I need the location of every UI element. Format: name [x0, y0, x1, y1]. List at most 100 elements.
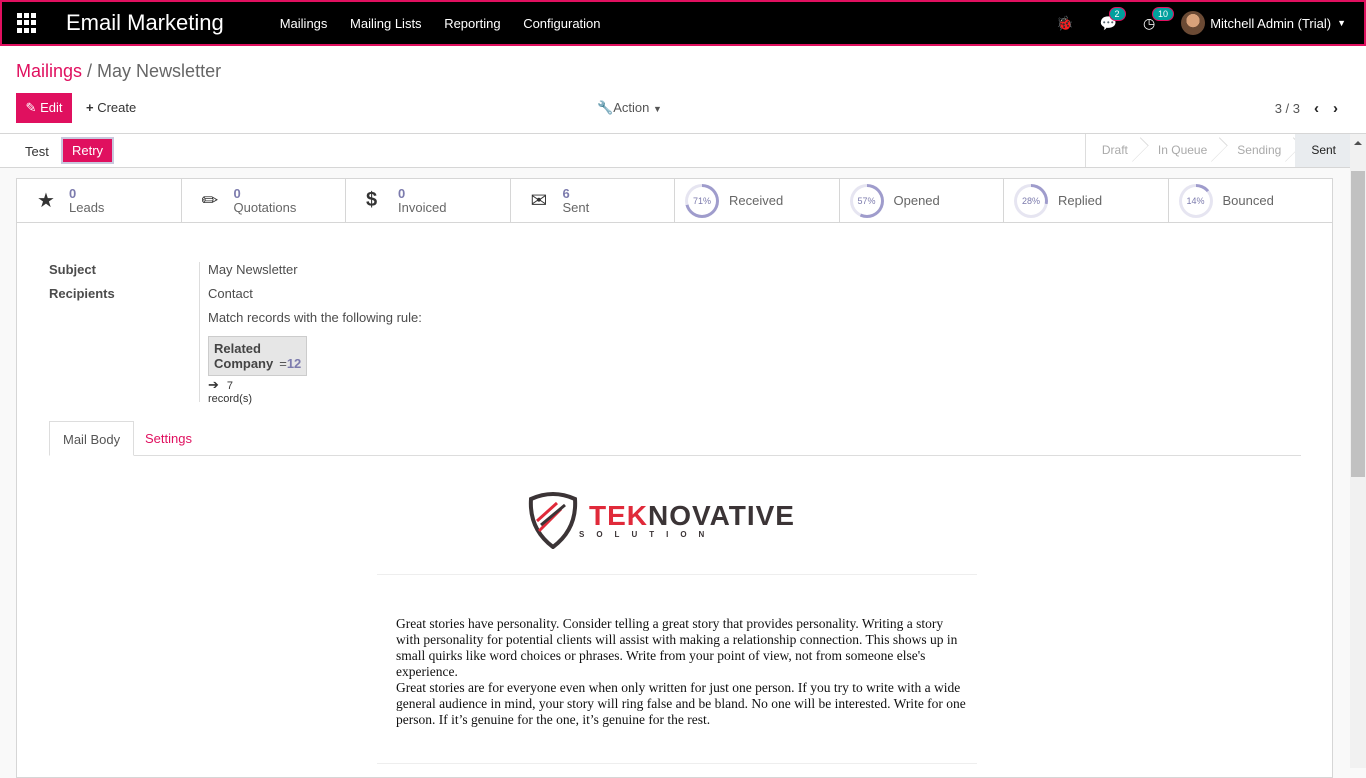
divider	[377, 763, 977, 764]
paragraph: Great stories have personality. Consider…	[396, 616, 958, 679]
rule-value: 12	[286, 356, 302, 371]
stat-sent[interactable]: ✉ 6 Sent	[511, 179, 675, 222]
dollar-icon: $	[366, 189, 378, 211]
rule-field: Related Company	[214, 341, 274, 371]
shield-logo-icon	[528, 492, 578, 549]
stage-sent: Sent	[1295, 134, 1350, 167]
recipients-label: Recipients	[49, 286, 115, 301]
stat-value: 0	[233, 185, 241, 201]
pie-percent: 57%	[852, 186, 881, 215]
chevron-left-icon[interactable]: ‹	[1314, 100, 1319, 117]
caret-down-icon[interactable]: ▼	[1337, 18, 1346, 28]
scrollbar-thumb[interactable]	[1351, 171, 1365, 477]
received-pie: 71%	[685, 183, 719, 218]
tab-settings[interactable]: Settings	[132, 421, 205, 456]
rule-intro: Match records with the following rule:	[208, 310, 422, 325]
edit-button[interactable]: ✎ Edit	[16, 93, 72, 123]
stat-label: Invoiced	[398, 199, 447, 215]
menu-mailing-lists[interactable]: Mailing Lists	[350, 16, 422, 31]
envelope-icon: ✉	[530, 190, 548, 212]
pie-percent: 71%	[688, 186, 716, 215]
stage-draft: Draft	[1086, 134, 1142, 167]
activities-badge: 10	[1151, 6, 1174, 21]
breadcrumb-mailings[interactable]: Mailings	[16, 61, 82, 81]
stat-invoiced[interactable]: $0 Invoiced	[346, 179, 511, 222]
debug-bug-icon[interactable]: 🐞	[1056, 15, 1073, 32]
stat-value: 0	[398, 185, 406, 201]
domain-rule: Related Company =12	[208, 336, 308, 376]
recipients-value[interactable]: Contact	[208, 286, 253, 301]
records-link[interactable]: ➔ 7 record(s)	[208, 377, 252, 405]
user-menu[interactable]: Mitchell Admin (Trial)	[1210, 16, 1331, 31]
edit-label: Edit	[40, 100, 63, 115]
divider	[377, 574, 977, 575]
logo-text-red: TEK	[589, 499, 648, 531]
notebook-tabs: Mail Body Settings	[49, 421, 1301, 456]
plus-icon: +	[86, 100, 94, 115]
stat-received[interactable]: 71% Received	[675, 179, 840, 222]
bounced-pie: 14%	[1178, 183, 1213, 218]
retry-button[interactable]: Retry	[61, 137, 114, 164]
wrench-icon: 🔧	[597, 100, 614, 115]
mail-body-text[interactable]: Great stories have personality. Consider…	[396, 616, 966, 728]
stat-label: Received	[729, 193, 784, 208]
opened-pie: 57%	[849, 183, 884, 218]
stage-in-queue: In Queue	[1142, 134, 1221, 167]
scroll-up-icon[interactable]	[1354, 141, 1362, 145]
avatar[interactable]	[1181, 11, 1206, 35]
stat-label: Opened	[893, 193, 940, 208]
create-button[interactable]: + Create	[86, 100, 136, 115]
action-label: Action	[613, 100, 650, 115]
scrollbar[interactable]	[1350, 134, 1366, 768]
divider	[199, 262, 200, 402]
stat-opened[interactable]: 57% Opened	[840, 179, 1004, 222]
replied-pie: 28%	[1014, 183, 1048, 218]
breadcrumb-current: May Newsletter	[97, 61, 222, 81]
app-title[interactable]: Email Marketing	[66, 10, 224, 36]
pie-percent: 28%	[1017, 186, 1045, 215]
arrow-right-icon: ➔	[208, 377, 219, 392]
stat-buttons: ★ 0 Leads ✏ 0 Quotations $0 Invoiced ✉ 6 Sent 7…	[17, 179, 1332, 223]
messages-badge: 2	[1108, 6, 1126, 21]
test-button[interactable]: Test	[25, 144, 49, 159]
breadcrumb: Mailings / May Newsletter	[16, 61, 222, 81]
chevron-right-icon[interactable]: ›	[1333, 100, 1338, 117]
menu-mailings[interactable]: Mailings	[280, 16, 328, 31]
pencil-icon: ✏	[201, 190, 219, 212]
action-dropdown[interactable]: 🔧Action ▼	[597, 100, 662, 116]
stat-value: 0	[69, 185, 77, 201]
subject-value[interactable]: May Newsletter	[208, 262, 298, 277]
statusbar: Test Retry Draft In Queue Sending Sent	[0, 134, 1350, 168]
caret-down-icon: ▼	[652, 104, 662, 114]
stat-label: Bounced	[1222, 193, 1274, 208]
menu-reporting[interactable]: Reporting	[444, 16, 500, 31]
navbar: Email Marketing Mailings Mailing Lists R…	[0, 0, 1366, 46]
pager-value[interactable]: 3 / 3	[1275, 101, 1300, 116]
stage-sending: Sending	[1221, 134, 1295, 167]
menu-configuration[interactable]: Configuration	[523, 16, 600, 31]
subject-label: Subject	[49, 262, 96, 277]
stat-label: Sent	[562, 199, 590, 215]
paragraph: Great stories are for everyone even when…	[396, 680, 966, 727]
logo-subtitle: SOLUTION	[579, 529, 717, 539]
stat-label: Replied	[1058, 193, 1103, 208]
control-panel: Mailings / May Newsletter ✎ Edit + Creat…	[0, 46, 1366, 134]
stat-bounced[interactable]: 14% Bounced	[1169, 179, 1333, 222]
pie-percent: 14%	[1181, 186, 1210, 215]
pencil-icon: ✎	[25, 100, 37, 115]
stat-replied[interactable]: 28% Replied	[1004, 179, 1169, 222]
stat-value: 6	[562, 185, 570, 201]
stat-label: Leads	[69, 199, 105, 215]
tab-mail-body[interactable]: Mail Body	[49, 421, 135, 456]
form-sheet: ★ 0 Leads ✏ 0 Quotations $0 Invoiced ✉ 6 Sent 7…	[16, 178, 1333, 778]
stat-leads[interactable]: ★ 0 Leads	[17, 179, 182, 222]
star-icon: ★	[37, 190, 55, 212]
apps-menu-icon[interactable]	[17, 13, 37, 33]
company-logo: TEKNOVATIVE SOLUTION	[527, 491, 795, 549]
stat-label: Quotations	[233, 199, 297, 215]
stat-quotations[interactable]: ✏ 0 Quotations	[182, 179, 346, 222]
activities-clock-icon[interactable]: ◷ 10	[1143, 6, 1174, 32]
messages-chat-icon[interactable]: 💬 2	[1100, 6, 1126, 32]
rule-operator: =	[279, 356, 287, 371]
create-label: Create	[97, 100, 137, 115]
